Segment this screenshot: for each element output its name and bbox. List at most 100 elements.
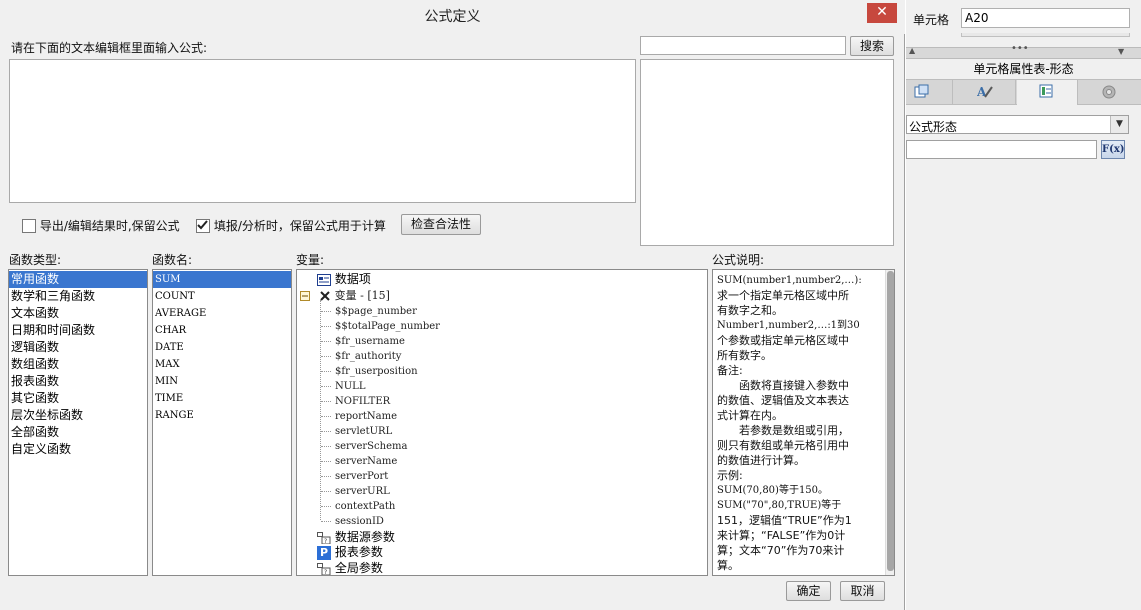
category-item[interactable]: 其它函数 <box>9 390 147 407</box>
category-list[interactable]: 常用函数 数学和三角函数 文本函数 日期和时间函数 逻辑函数 数组函数 报表函数 其它函数 层次… <box>8 269 148 576</box>
explanation-line: 算；文本“70”作为70来计 <box>717 544 845 557</box>
property-tabs: A <box>906 79 1141 105</box>
explanation-line: 151，逻辑值“TRUE”作为1 <box>717 514 852 527</box>
category-item[interactable]: 全部函数 <box>9 424 147 441</box>
tab-settings[interactable] <box>1079 80 1141 104</box>
formula-input[interactable] <box>906 140 1097 159</box>
function-item[interactable]: COUNT <box>153 288 291 305</box>
ok-button[interactable]: 确定 <box>786 581 831 601</box>
category-item[interactable]: 自定义函数 <box>9 441 147 458</box>
category-item[interactable]: 日期和时间函数 <box>9 322 147 339</box>
explanation-header: 公式说明: <box>712 253 765 267</box>
search-button[interactable]: 搜索 <box>850 36 894 56</box>
tree-item-data-label: 数据项 <box>334 272 371 286</box>
formula-explanation: SUM(number1,number2,…): 求一个指定单元格区域中所 有数字之和… <box>712 269 895 576</box>
cell-label: 单元格 <box>913 13 950 27</box>
variable-item[interactable]: servletURL <box>321 424 392 439</box>
function-item[interactable]: SUM <box>153 271 291 288</box>
form-type-value: 公式形态 <box>909 120 958 134</box>
tree-item-global-params[interactable]: ? 全局参数 <box>317 561 383 575</box>
category-item[interactable]: 数组函数 <box>9 356 147 373</box>
category-item[interactable]: 层次坐标函数 <box>9 407 147 424</box>
settings-tab-icon <box>1102 85 1116 99</box>
variable-item[interactable]: $fr_authority <box>321 349 401 364</box>
checkbox-checked-icon <box>196 218 210 233</box>
tree-item-report-params[interactable]: P 报表参数 <box>317 545 383 560</box>
chevron-down-icon[interactable]: ▼ <box>1110 116 1128 133</box>
variable-item[interactable]: sessionID <box>321 514 384 529</box>
splitter-up-icon[interactable]: ▲ <box>909 46 915 55</box>
variable-item[interactable]: serverPort <box>321 469 388 484</box>
category-item[interactable]: 文本函数 <box>9 305 147 322</box>
function-name-header: 函数名: <box>152 253 193 267</box>
variable-item[interactable]: $$totalPage_number <box>321 319 440 334</box>
tree-item-datasource-params-label: 数据源参数 <box>334 530 395 544</box>
function-item[interactable]: AVERAGE <box>153 305 291 322</box>
input-shadow <box>961 33 1130 37</box>
collapse-icon[interactable] <box>300 290 310 301</box>
function-item[interactable]: MIN <box>153 373 291 390</box>
tree-item-global-params-label: 全局参数 <box>334 561 383 575</box>
style-tab-icon <box>914 84 929 98</box>
variable-item[interactable]: $fr_username <box>321 334 405 349</box>
function-item[interactable]: CHAR <box>153 322 291 339</box>
category-item[interactable]: 报表函数 <box>9 373 147 390</box>
parameter-icon: ? <box>317 562 331 575</box>
splitter-grip-icon[interactable]: ••• <box>1011 43 1029 54</box>
variable-tree[interactable]: 数据项 变量 - [15] $$page_number $$totalPage_n… <box>296 269 708 576</box>
export-keep-formula-checkbox[interactable]: 导出/编辑结果时,保留公式 <box>22 217 180 233</box>
fill-keep-formula-label: 填报/分析时，保留公式用于计算 <box>213 219 386 233</box>
variable-item[interactable]: contextPath <box>321 499 395 514</box>
formula-edit-button[interactable]: F(x) <box>1101 140 1125 159</box>
editor-prompt: 请在下面的文本编辑框里面输入公式: <box>11 41 208 55</box>
tree-item-data[interactable]: 数据项 <box>317 272 371 287</box>
variable-item[interactable]: $$page_number <box>321 304 417 319</box>
tree-item-report-params-label: 报表参数 <box>334 545 383 559</box>
explanation-line: 示例: <box>717 469 743 482</box>
explanation-line: Number1,number2,…:1到30 <box>717 320 860 331</box>
explanation-line: SUM(70,80)等于150。 <box>717 485 829 496</box>
variable-item[interactable]: serverURL <box>321 484 390 499</box>
variable-item[interactable]: serverName <box>321 454 397 469</box>
tree-node-variables[interactable]: 变量 - [15] <box>300 288 390 303</box>
explanation-line: 求一个指定单元格区域中所 <box>717 289 849 302</box>
function-list[interactable]: SUM COUNT AVERAGE CHAR DATE MAX MIN TIME RANGE <box>152 269 292 576</box>
close-button[interactable]: ✕ <box>867 3 897 23</box>
form-type-select[interactable]: 公式形态 ▼ <box>906 115 1129 134</box>
variable-item[interactable]: NOFILTER <box>321 394 390 409</box>
splitter-down-icon[interactable]: ▼ <box>1118 47 1124 56</box>
explanation-line: 算。 <box>717 559 739 572</box>
fill-keep-formula-checkbox[interactable]: 填报/分析时，保留公式用于计算 <box>196 217 386 233</box>
category-item[interactable]: 逻辑函数 <box>9 339 147 356</box>
tree-item-datasource-params[interactable]: ? 数据源参数 <box>317 530 395 545</box>
category-item[interactable]: 常用函数 <box>9 271 147 288</box>
function-item[interactable]: TIME <box>153 390 291 407</box>
function-item[interactable]: DATE <box>153 339 291 356</box>
scrollbar[interactable] <box>885 270 894 575</box>
check-validity-button[interactable]: 检查合法性 <box>401 214 481 235</box>
explanation-line: 若参数是数组或引用， <box>717 424 849 437</box>
tree-node-variables-label: 变量 - [15] <box>334 289 390 302</box>
cell-name-input[interactable] <box>961 8 1130 28</box>
tab-form[interactable] <box>1017 80 1078 105</box>
explanation-line: 的数值进行计算。 <box>717 454 805 467</box>
function-item[interactable]: MAX <box>153 356 291 373</box>
variable-item[interactable]: serverSchema <box>321 439 407 454</box>
scrollbar-thumb[interactable] <box>887 271 894 571</box>
function-item[interactable]: RANGE <box>153 407 291 424</box>
cancel-button[interactable]: 取消 <box>840 581 885 601</box>
explanation-line: 式计算在内。 <box>717 409 783 422</box>
form-tab-icon <box>1039 84 1053 98</box>
explanation-line: 函数将直接键入参数中 <box>717 379 849 392</box>
category-item[interactable]: 数学和三角函数 <box>9 288 147 305</box>
variable-item[interactable]: NULL <box>321 379 365 394</box>
variable-header: 变量: <box>296 253 325 267</box>
variable-item[interactable]: reportName <box>321 409 397 424</box>
variable-item[interactable]: $fr_userposition <box>321 364 418 379</box>
tab-style[interactable] <box>906 80 953 104</box>
tab-format[interactable]: A <box>954 80 1016 104</box>
formula-editor[interactable] <box>9 59 636 203</box>
panel-splitter[interactable]: ▲ ••• ▼ <box>906 43 1141 59</box>
search-results-list[interactable] <box>640 59 894 246</box>
search-input[interactable] <box>640 36 846 55</box>
